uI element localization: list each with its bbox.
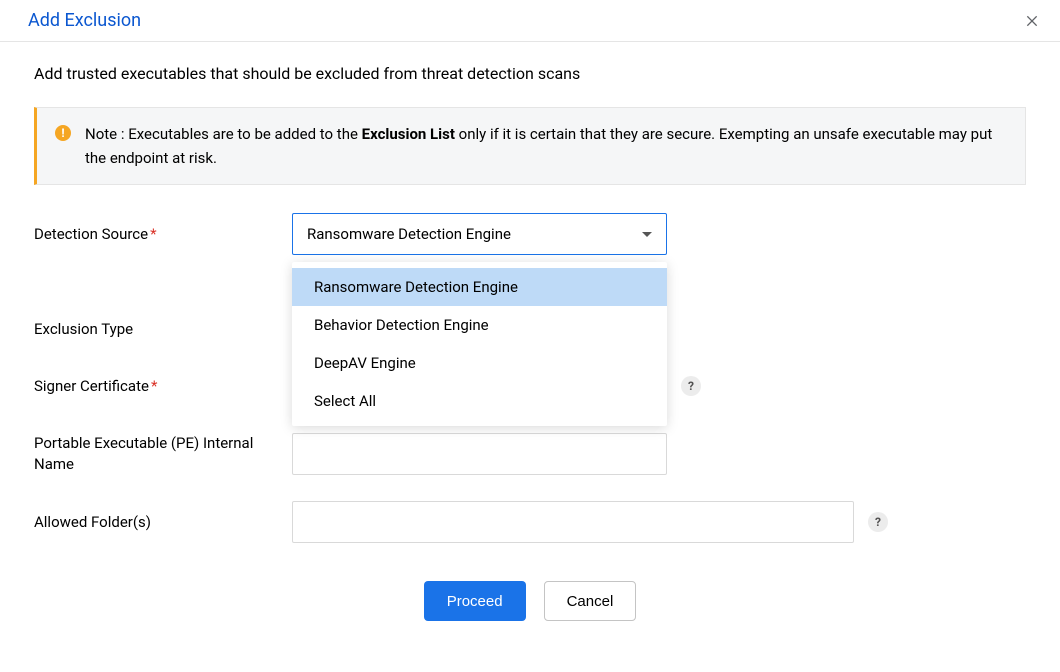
exclusion-type-label: Exclusion Type — [34, 319, 292, 339]
pe-internal-name-input[interactable] — [292, 433, 667, 475]
warning-text: Note : Executables are to be added to th… — [85, 122, 1007, 170]
dropdown-option-ransomware[interactable]: Ransomware Detection Engine — [292, 268, 667, 306]
allowed-folders-help-icon[interactable]: ? — [868, 512, 888, 532]
detection-source-dropdown: Ransomware Detection Engine Behavior Det… — [292, 262, 667, 426]
pe-internal-name-row: Portable Executable (PE) Internal Name — [34, 433, 1026, 475]
cancel-button[interactable]: Cancel — [544, 581, 637, 621]
dropdown-option-deepav[interactable]: DeepAV Engine — [292, 344, 667, 382]
detection-source-label: Detection Source* — [34, 224, 292, 244]
dialog-actions: Proceed Cancel — [34, 581, 1026, 621]
close-icon[interactable] — [1024, 13, 1040, 29]
dropdown-option-select-all[interactable]: Select All — [292, 382, 667, 420]
dialog-title: Add Exclusion — [28, 10, 141, 31]
signer-certificate-label: Signer Certificate* — [34, 376, 292, 396]
dialog-header: Add Exclusion — [0, 0, 1060, 42]
detection-source-value: Ransomware Detection Engine — [307, 225, 511, 243]
proceed-button[interactable]: Proceed — [424, 581, 526, 621]
exclusion-form: Detection Source* Ransomware Detection E… — [34, 213, 1026, 621]
dialog-body: Add trusted executables that should be e… — [0, 42, 1060, 621]
dialog-subtitle: Add trusted executables that should be e… — [34, 64, 1026, 83]
chevron-down-icon — [642, 232, 652, 237]
dropdown-option-behavior[interactable]: Behavior Detection Engine — [292, 306, 667, 344]
allowed-folders-label: Allowed Folder(s) — [34, 512, 292, 532]
detection-source-select[interactable]: Ransomware Detection Engine — [292, 213, 667, 255]
allowed-folders-input[interactable] — [292, 501, 854, 543]
warning-notice: ! Note : Executables are to be added to … — [34, 107, 1026, 185]
detection-source-row: Detection Source* Ransomware Detection E… — [34, 213, 1026, 255]
signer-certificate-help-icon[interactable]: ? — [681, 376, 701, 396]
warning-icon: ! — [55, 125, 71, 141]
pe-internal-name-label: Portable Executable (PE) Internal Name — [34, 433, 292, 474]
allowed-folders-row: Allowed Folder(s) ? — [34, 501, 1026, 543]
